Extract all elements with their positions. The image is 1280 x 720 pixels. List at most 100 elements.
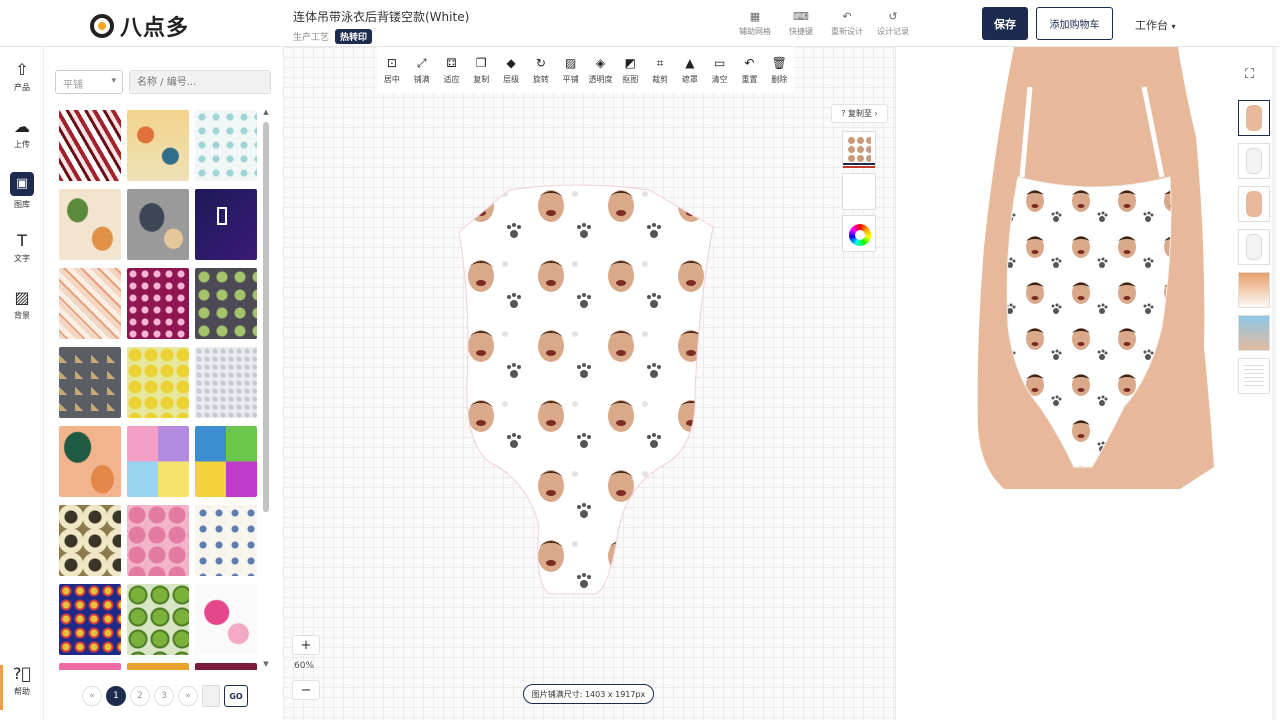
pattern-thumb[interactable] bbox=[59, 505, 121, 576]
pattern-thumb[interactable] bbox=[59, 663, 121, 670]
prev-page-button[interactable]: « bbox=[82, 686, 102, 706]
preview-thumb-2[interactable] bbox=[1238, 143, 1270, 179]
preview-thumb-1[interactable] bbox=[1238, 100, 1270, 136]
preview-thumb-3[interactable] bbox=[1238, 186, 1270, 222]
zoom-out-button[interactable]: − bbox=[292, 680, 320, 700]
rail-item-library[interactable]: ▣ 图库 bbox=[4, 169, 40, 213]
scroll-up-icon[interactable]: ▲ bbox=[262, 108, 270, 116]
tool-cutout[interactable]: ◩ 抠图 bbox=[615, 47, 645, 93]
pattern-thumb[interactable] bbox=[195, 663, 257, 670]
preview-thumb-7[interactable] bbox=[1238, 358, 1270, 394]
workbench-menu[interactable]: 工作台 ▾ bbox=[1135, 17, 1176, 33]
save-button[interactable]: 保存 bbox=[982, 7, 1028, 40]
caret-down-icon: ▾ bbox=[1171, 22, 1176, 31]
history-button[interactable]: ↺ 设计记录 bbox=[874, 10, 912, 37]
tool-rotate[interactable]: ↻ 旋转 bbox=[526, 47, 556, 93]
rail-item-label: 产品 bbox=[14, 83, 30, 92]
layout-select[interactable]: 平铺 bbox=[55, 70, 123, 94]
logo-text: 八点多 bbox=[120, 16, 190, 41]
pattern-thumb[interactable] bbox=[59, 268, 121, 339]
page-jump-input[interactable] bbox=[202, 685, 220, 707]
design-canvas[interactable]: ⊡ 居中 ⤢ 铺满 ⚃ 适应 ❐ 复制 ◆ 层级 ↻ 旋转 ▨ 平铺 ◈ 透明度 ◩ 抠图 ⌗ 裁剪… bbox=[283, 47, 895, 720]
rail-item-background[interactable]: ▨ 背景 bbox=[4, 283, 40, 327]
background-icon: ▨ bbox=[14, 288, 30, 307]
tool-center[interactable]: ⊡ 居中 bbox=[377, 47, 407, 93]
tool-fit[interactable]: ⚃ 适应 bbox=[437, 47, 467, 93]
rail-item-label: 文字 bbox=[14, 254, 30, 263]
next-page-button[interactable]: » bbox=[178, 686, 198, 706]
pattern-thumb[interactable] bbox=[195, 584, 257, 655]
tool-mask[interactable]: ▲ 遮罩 bbox=[675, 47, 705, 93]
fullscreen-icon[interactable]: ⛶ bbox=[1245, 67, 1254, 82]
pattern-thumb[interactable] bbox=[59, 110, 121, 181]
pattern-thumb[interactable] bbox=[59, 189, 121, 260]
delete-icon: 🗑 bbox=[771, 55, 787, 70]
rail-item-text[interactable]: T 文字 bbox=[4, 226, 40, 270]
tool-opacity[interactable]: ◈ 透明度 bbox=[586, 47, 616, 93]
pattern-thumb[interactable] bbox=[127, 110, 189, 181]
zoom-in-button[interactable]: + bbox=[292, 635, 320, 655]
preview-thumb-5[interactable] bbox=[1238, 272, 1270, 308]
pattern-thumb[interactable] bbox=[127, 189, 189, 260]
grid-toggle-button[interactable]: ▦ 辅助网格 bbox=[736, 10, 774, 37]
copy-icon: ❐ bbox=[475, 55, 487, 70]
tool-tile[interactable]: ▨ 平铺 bbox=[556, 47, 586, 93]
scrollbar-thumb[interactable] bbox=[263, 122, 269, 512]
pattern-thumb[interactable] bbox=[195, 347, 257, 418]
pattern-thumb[interactable] bbox=[195, 110, 257, 181]
tool-reset[interactable]: ↶ 重置 bbox=[735, 47, 765, 93]
layer-thumb-faces[interactable] bbox=[842, 131, 876, 168]
logo[interactable]: 八点多 bbox=[90, 10, 189, 42]
tool-clear[interactable]: ▭ 清空 bbox=[705, 47, 735, 93]
preview-thumb-4[interactable] bbox=[1238, 229, 1270, 265]
zoom-level: 60% bbox=[294, 661, 315, 671]
pattern-library: 平铺 ▾ 名称 / 编号... ▲ ▼ « 1 2 3 » GO bbox=[44, 47, 282, 720]
tool-layers[interactable]: ◆ 层级 bbox=[496, 47, 526, 93]
help-label: 帮助 bbox=[14, 687, 30, 696]
tool-delete[interactable]: 🗑 删除 bbox=[764, 47, 794, 93]
copy-to-button[interactable]: ? 复制至 › bbox=[831, 104, 888, 123]
tool-crop[interactable]: ⌗ 裁剪 bbox=[645, 47, 675, 93]
pattern-thumb[interactable] bbox=[195, 189, 257, 260]
swimsuit-outline bbox=[459, 184, 714, 595]
shortcuts-button[interactable]: ⌨ 快捷键 bbox=[782, 10, 820, 37]
tool-fill[interactable]: ⤢ 铺满 bbox=[407, 47, 437, 93]
layer-thumb-color[interactable] bbox=[842, 215, 876, 252]
pattern-thumb[interactable] bbox=[127, 268, 189, 339]
pattern-thumb[interactable] bbox=[195, 505, 257, 576]
tool-label: 透明度 bbox=[588, 74, 613, 84]
scroll-down-icon[interactable]: ▼ bbox=[262, 660, 270, 668]
add-to-cart-button[interactable]: 添加购物车 bbox=[1036, 7, 1113, 40]
craft-badge: 热转印 bbox=[335, 29, 373, 44]
go-button[interactable]: GO bbox=[224, 685, 248, 707]
swimsuit-design-shape[interactable] bbox=[459, 182, 719, 602]
pattern-thumb[interactable] bbox=[195, 426, 257, 497]
pattern-search-input[interactable] bbox=[129, 70, 271, 94]
tool-label: 抠图 bbox=[622, 74, 639, 84]
pattern-thumb[interactable] bbox=[127, 347, 189, 418]
rail-item-product[interactable]: ⇧ 产品 bbox=[4, 55, 40, 99]
pattern-thumb[interactable] bbox=[127, 426, 189, 497]
pattern-thumb[interactable] bbox=[195, 268, 257, 339]
opacity-icon: ◈ bbox=[595, 55, 606, 70]
tool-label: 复制 bbox=[473, 74, 490, 84]
page-button-2[interactable]: 2 bbox=[130, 686, 150, 706]
pattern-thumb[interactable] bbox=[59, 347, 121, 418]
page-button-3[interactable]: 3 bbox=[154, 686, 174, 706]
pattern-thumb[interactable] bbox=[127, 505, 189, 576]
pattern-scrollbar[interactable]: ▲ ▼ bbox=[262, 108, 270, 668]
page-button-1[interactable]: 1 bbox=[106, 686, 126, 706]
tool-copy[interactable]: ❐ 复制 bbox=[466, 47, 496, 93]
preview-thumb-6[interactable] bbox=[1238, 315, 1270, 351]
pattern-thumb[interactable] bbox=[59, 426, 121, 497]
tool-label: 清空 bbox=[711, 74, 728, 84]
pattern-thumb[interactable] bbox=[59, 584, 121, 655]
tool-label: 旋转 bbox=[532, 74, 549, 84]
pattern-thumb[interactable] bbox=[127, 663, 189, 670]
copy-to-label: 复制至 bbox=[848, 109, 873, 118]
rail-item-upload[interactable]: ☁ 上传 bbox=[4, 112, 40, 156]
help-button[interactable]: ?⃝ 帮助 bbox=[4, 659, 40, 703]
redesign-button[interactable]: ↶ 重新设计 bbox=[828, 10, 866, 37]
pattern-thumb[interactable] bbox=[127, 584, 189, 655]
layer-thumb-transparent[interactable] bbox=[842, 173, 876, 210]
